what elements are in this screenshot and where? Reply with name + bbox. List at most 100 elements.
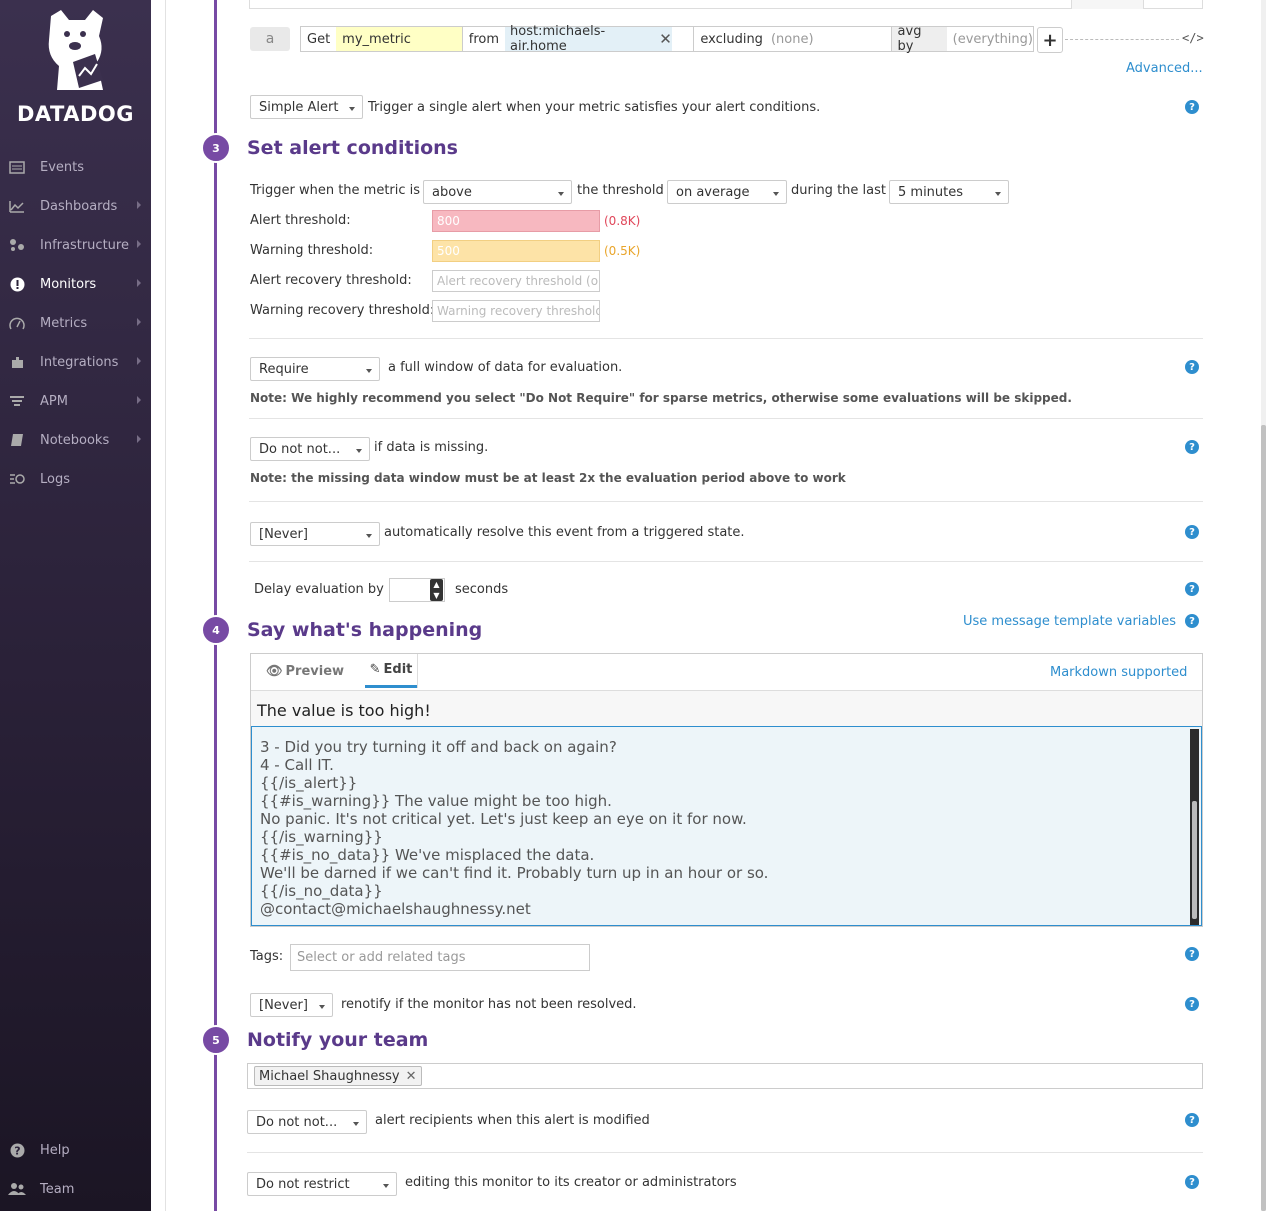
nav-item-apm[interactable]: APM xyxy=(0,383,151,419)
template-variables-link[interactable]: Use message template variables xyxy=(963,614,1176,629)
scrollbar-thumb[interactable] xyxy=(1192,801,1197,919)
remove-recipient-icon[interactable]: ✕ xyxy=(406,1069,417,1084)
page-scrollbar-thumb[interactable] xyxy=(1261,425,1266,1211)
help-icon[interactable]: ? xyxy=(1185,525,1199,539)
nav-label: Dashboards xyxy=(40,198,118,214)
avg-by-input[interactable]: (everything) xyxy=(947,32,1033,47)
page-scrollbar[interactable] xyxy=(1261,0,1266,1211)
help-icon[interactable]: ? xyxy=(1185,100,1199,114)
notify-modified-value: Do not not... xyxy=(256,1114,338,1130)
code-toggle-icon[interactable]: </> xyxy=(1182,31,1204,45)
timeframe-select[interactable]: 5 minutes xyxy=(889,180,1009,204)
warning-recovery-label: Warning recovery threshold: xyxy=(250,303,435,318)
integrations-icon xyxy=(8,353,26,371)
caret-down-icon xyxy=(558,192,564,196)
timeframe-value: 5 minutes xyxy=(898,184,964,200)
nav-item-monitors[interactable]: Monitors xyxy=(0,266,151,302)
nav-item-logs[interactable]: Logs xyxy=(0,461,151,497)
query-dash-line xyxy=(1065,39,1179,40)
nav-label: Metrics xyxy=(40,315,88,331)
renotify-select[interactable]: [Never] xyxy=(250,993,333,1017)
caret-down-icon xyxy=(319,1005,325,1009)
comparison-select[interactable]: above xyxy=(423,180,572,204)
datadog-logo[interactable]: DATADOG xyxy=(0,6,151,126)
warning-threshold-input[interactable]: 500 xyxy=(432,240,600,262)
query-builder: Get my_metric from host:michaels-air.hom… xyxy=(300,24,1034,54)
nav-item-team[interactable]: Team xyxy=(0,1171,151,1207)
notify-modified-select[interactable]: Do not not... xyxy=(247,1110,367,1134)
require-window-note: Note: We highly recommend you select "Do… xyxy=(250,391,1072,405)
auto-resolve-value: [Never] xyxy=(259,526,308,542)
monitors-icon xyxy=(8,275,26,293)
alert-type-select[interactable]: Simple Alert xyxy=(250,95,363,119)
markdown-link[interactable]: Markdown supported xyxy=(1050,665,1187,680)
help-icon[interactable]: ? xyxy=(1185,997,1199,1011)
help-icon[interactable]: ? xyxy=(1185,614,1199,628)
nav-label: Help xyxy=(40,1142,70,1158)
message-textarea[interactable]: 3 - Did you try turning it off and back … xyxy=(251,726,1202,926)
divider xyxy=(249,501,1203,502)
alert-recovery-input[interactable]: Alert recovery threshold (optional) xyxy=(432,270,600,292)
message-line: @contact@michaelshaughnessy.net xyxy=(260,900,531,918)
logs-icon xyxy=(8,470,26,488)
nav-item-notebooks[interactable]: Notebooks xyxy=(0,422,151,458)
message-line: {{#is_warning}} The value might be too h… xyxy=(260,792,612,810)
auto-resolve-select[interactable]: [Never] xyxy=(250,522,380,546)
add-query-button[interactable]: + xyxy=(1037,27,1063,53)
stepper-arrows-icon[interactable]: ▲ ▼ xyxy=(430,579,443,601)
apm-icon xyxy=(8,392,26,410)
tab-edit[interactable]: ✎ Edit xyxy=(365,654,417,688)
delay-label: Delay evaluation by xyxy=(254,582,384,597)
missing-data-select[interactable]: Do not not... xyxy=(250,437,370,461)
auto-resolve-text: automatically resolve this event from a … xyxy=(384,525,745,540)
help-icon[interactable]: ? xyxy=(1185,440,1199,454)
nav-label: Infrastructure xyxy=(40,237,129,253)
excluding-input[interactable]: (none) xyxy=(769,32,891,47)
divider xyxy=(249,338,1203,339)
message-line: {{/is_warning}} xyxy=(260,828,383,846)
recipients-input[interactable]: Michael Shaughnessy ✕ xyxy=(247,1063,1203,1089)
warning-recovery-input[interactable]: Warning recovery threshold (optional) xyxy=(432,300,600,322)
remove-tag-icon[interactable]: ✕ xyxy=(659,30,672,48)
metric-input[interactable]: my_metric xyxy=(336,27,462,51)
step4-title: Say what's happening xyxy=(247,619,483,641)
help-icon[interactable]: ? xyxy=(1185,582,1199,596)
nav-label: Team xyxy=(40,1181,75,1197)
warning-threshold-hint: (0.5K) xyxy=(604,244,641,258)
message-line: {{#is_no_data}} We've misplaced the data… xyxy=(260,846,595,864)
get-label: Get xyxy=(307,31,331,47)
message-line: {{/is_no_data}} xyxy=(260,882,383,900)
scrollbar-track[interactable] xyxy=(1190,729,1199,925)
chevron-right-icon xyxy=(137,396,141,404)
divider xyxy=(249,418,1203,419)
nav-item-dashboards[interactable]: Dashboards xyxy=(0,188,151,224)
nav-item-events[interactable]: Events xyxy=(0,149,151,185)
nav-label: Integrations xyxy=(40,354,119,370)
nav-item-help[interactable]: ? Help xyxy=(0,1132,151,1168)
subject-input[interactable]: The value is too high! xyxy=(251,690,1202,726)
chevron-right-icon xyxy=(137,279,141,287)
caret-down-icon xyxy=(353,1122,359,1126)
require-window-select[interactable]: Require xyxy=(250,357,380,381)
help-icon[interactable]: ? xyxy=(1185,1113,1199,1127)
help-icon[interactable]: ? xyxy=(1185,947,1199,961)
nav-label: Notebooks xyxy=(40,432,110,448)
help-icon[interactable]: ? xyxy=(1185,1175,1199,1189)
help-icon[interactable]: ? xyxy=(1185,360,1199,374)
team-icon xyxy=(8,1180,26,1198)
tags-input[interactable]: Select or add related tags xyxy=(290,944,590,971)
delay-input[interactable]: ▲ ▼ xyxy=(389,578,445,602)
tab-edit-label: Edit xyxy=(383,662,413,677)
alert-threshold-input[interactable]: 800 xyxy=(432,210,600,232)
from-tag[interactable]: host:michaels-air.home ✕ xyxy=(505,24,672,54)
nav-item-infrastructure[interactable]: Infrastructure xyxy=(0,227,151,263)
aggregation-select[interactable]: on average xyxy=(667,180,787,204)
notebooks-icon xyxy=(8,431,26,449)
nav-label: Events xyxy=(40,159,85,175)
tab-preview[interactable]: 👁 Preview xyxy=(266,664,344,679)
advanced-link[interactable]: Advanced... xyxy=(1126,61,1203,76)
restrict-editing-select[interactable]: Do not restrict xyxy=(247,1172,397,1196)
nav-item-integrations[interactable]: Integrations xyxy=(0,344,151,380)
nav-item-metrics[interactable]: Metrics xyxy=(0,305,151,341)
chevron-right-icon xyxy=(137,435,141,443)
